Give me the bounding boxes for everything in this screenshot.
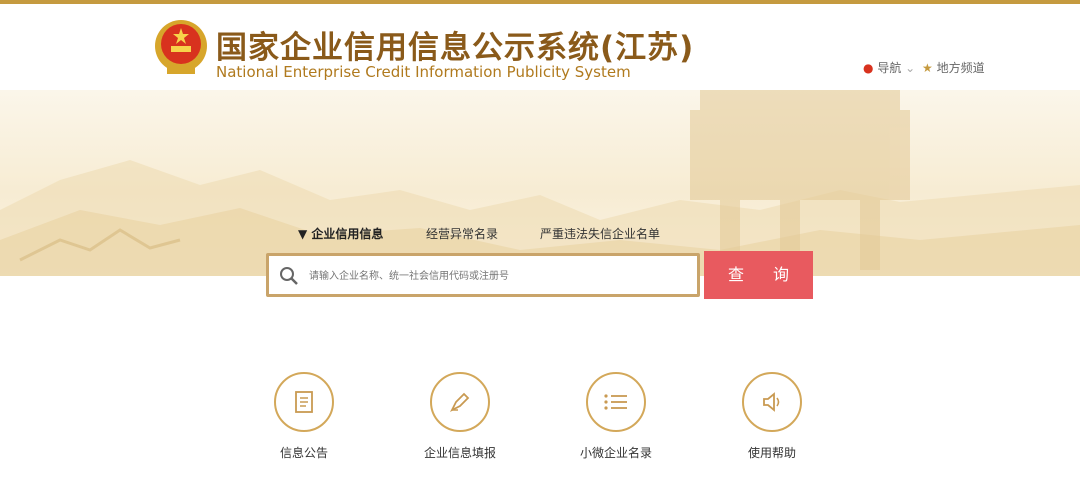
list-icon xyxy=(604,394,627,410)
feature-help[interactable]: 使用帮助 xyxy=(722,372,822,461)
tab-serious-violation-list[interactable]: 严重违法失信企业名单 xyxy=(540,225,660,242)
tab-label: 企业信用信息 xyxy=(311,227,384,241)
star-icon: ★ xyxy=(922,61,933,75)
speaker-icon xyxy=(763,392,780,412)
national-emblem-icon xyxy=(155,20,207,74)
feature-label: 小微企业名录 xyxy=(579,446,652,460)
search-input[interactable] xyxy=(307,264,691,288)
hero-banner xyxy=(0,90,1080,276)
search-box xyxy=(266,253,700,297)
feature-label: 企业信息填报 xyxy=(423,446,496,460)
nav-local-channel[interactable]: ★ 地方频道 xyxy=(922,59,985,76)
site-header: 国家企业信用信息公示系统(江苏) National Enterprise Cre… xyxy=(0,4,1080,90)
feature-label: 使用帮助 xyxy=(747,446,796,460)
nav-local-label: 地方频道 xyxy=(936,61,985,75)
feature-enterprise-report[interactable]: 企业信息填报 xyxy=(410,372,510,461)
tab-label: 经营异常名录 xyxy=(426,227,499,241)
landscape-illustration xyxy=(0,90,1080,276)
pen-icon xyxy=(449,392,470,413)
tab-abnormal-operations[interactable]: 经营异常名录 xyxy=(426,225,498,242)
site-subtitle: National Enterprise Credit Information P… xyxy=(216,63,631,81)
document-icon xyxy=(295,391,313,413)
nav-guide-menu[interactable]: ● 导航 ⌄ xyxy=(863,59,915,76)
location-pin-icon: ● xyxy=(863,61,874,75)
feature-icon-circle xyxy=(742,372,802,432)
tab-label: 严重违法失信企业名单 xyxy=(540,227,661,241)
search-category-tabs: ▼ 企业信用信息 经营异常名录 严重违法失信企业名单 xyxy=(0,225,1080,245)
site-title: 国家企业信用信息公示系统(江苏) xyxy=(216,30,695,66)
feature-icon-circle xyxy=(274,372,334,432)
feature-label: 信息公告 xyxy=(279,446,328,460)
feature-icon-circle xyxy=(586,372,646,432)
chevron-down-icon: ⌄ xyxy=(905,61,916,75)
search-button[interactable]: 查 询 xyxy=(704,251,813,299)
feature-icon-circle xyxy=(430,372,490,432)
nav-guide-label: 导航 xyxy=(877,61,902,75)
search-icon xyxy=(280,267,298,285)
caret-down-icon: ▼ xyxy=(298,227,308,241)
feature-small-enterprise-list[interactable]: 小微企业名录 xyxy=(566,372,666,461)
tab-enterprise-credit[interactable]: ▼ 企业信用信息 xyxy=(298,225,383,242)
feature-info-announcement[interactable]: 信息公告 xyxy=(254,372,354,461)
